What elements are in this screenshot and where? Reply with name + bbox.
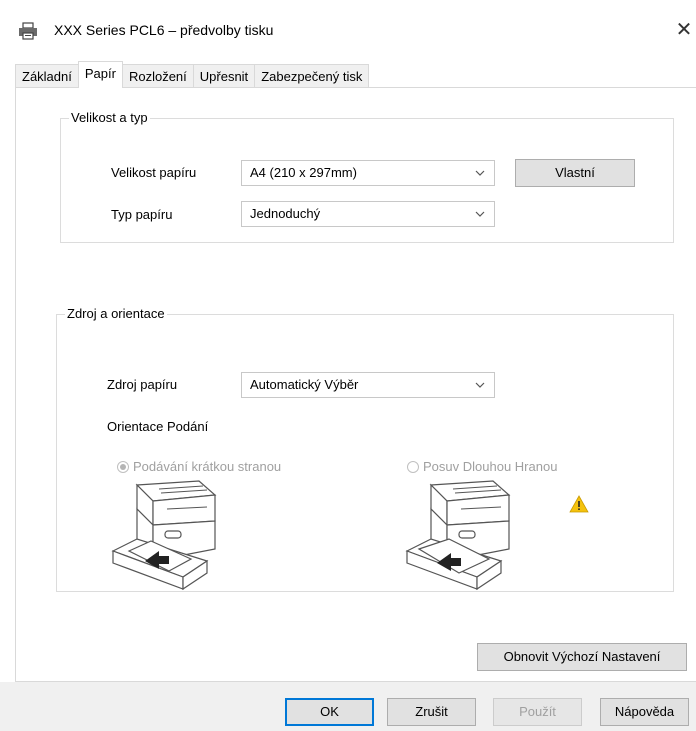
long-edge-radio[interactable]: Posuv Dlouhou Hranou (407, 459, 557, 474)
paper-size-value: A4 (210 x 297mm) (250, 165, 357, 180)
long-edge-label: Posuv Dlouhou Hranou (423, 459, 558, 474)
paper-size-label: Velikost papíru (111, 165, 197, 180)
radio-unselected-icon (407, 460, 419, 473)
dialog-button-bar: OK Zrušit Použít Nápověda (0, 682, 696, 731)
paper-source-label: Zdroj papíru (107, 377, 178, 392)
warning-icon (569, 495, 589, 513)
cancel-button[interactable]: Zrušit (387, 698, 476, 726)
tab-upresnit[interactable]: Upřesnit (192, 64, 256, 87)
chevron-down-icon (475, 211, 485, 217)
short-edge-radio[interactable]: Podávání krátkou stranou (117, 459, 281, 474)
close-button[interactable]: ✕ (672, 18, 696, 42)
tab-strip: Základní Papír Rozložení Upřesnit Zabezp… (15, 61, 370, 88)
paper-source-select[interactable]: Automatický Výběr (241, 372, 495, 398)
restore-defaults-button[interactable]: Obnovit Výchozí Nastavení (477, 643, 687, 671)
chevron-down-icon (475, 382, 485, 388)
short-edge-label: Podávání krátkou stranou (133, 459, 282, 474)
radio-selected-icon (117, 460, 129, 473)
title-bar: XXX Series PCL6 – předvolby tisku ✕ (0, 0, 696, 60)
help-button[interactable]: Nápověda (600, 698, 689, 726)
printer-short-edge-illustration (111, 480, 217, 591)
paper-source-value: Automatický Výběr (250, 377, 359, 392)
size-type-group: Velikost a typ Velikost papíru A4 (210 x… (60, 110, 674, 243)
feed-orientation-label: Orientace Podání (107, 419, 209, 434)
window-title: XXX Series PCL6 – předvolby tisku (54, 22, 274, 38)
tab-zakladni[interactable]: Základní (15, 64, 79, 87)
apply-button[interactable]: Použít (493, 698, 582, 726)
size-type-legend: Velikost a typ (69, 110, 150, 125)
tab-zabezpeceny-tisk[interactable]: Zabezpečený tisk (254, 64, 370, 87)
source-orientation-legend: Zdroj a orientace (65, 306, 167, 321)
ok-button[interactable]: OK (285, 698, 374, 726)
paper-size-select[interactable]: A4 (210 x 297mm) (241, 160, 495, 186)
paper-type-value: Jednoduchý (250, 206, 321, 221)
tab-papir[interactable]: Papír (77, 61, 123, 88)
chevron-down-icon (475, 170, 485, 176)
paper-type-label: Typ papíru (111, 207, 173, 222)
paper-tab-panel: Velikost a typ Velikost papíru A4 (210 x… (15, 87, 696, 682)
source-orientation-group: Zdroj a orientace Zdroj papíru Automatic… (56, 306, 674, 592)
custom-size-button[interactable]: Vlastní (515, 159, 635, 187)
printer-icon (19, 22, 37, 40)
tab-rozlozeni[interactable]: Rozložení (121, 64, 194, 87)
printer-long-edge-illustration (405, 480, 511, 591)
paper-type-select[interactable]: Jednoduchý (241, 201, 495, 227)
